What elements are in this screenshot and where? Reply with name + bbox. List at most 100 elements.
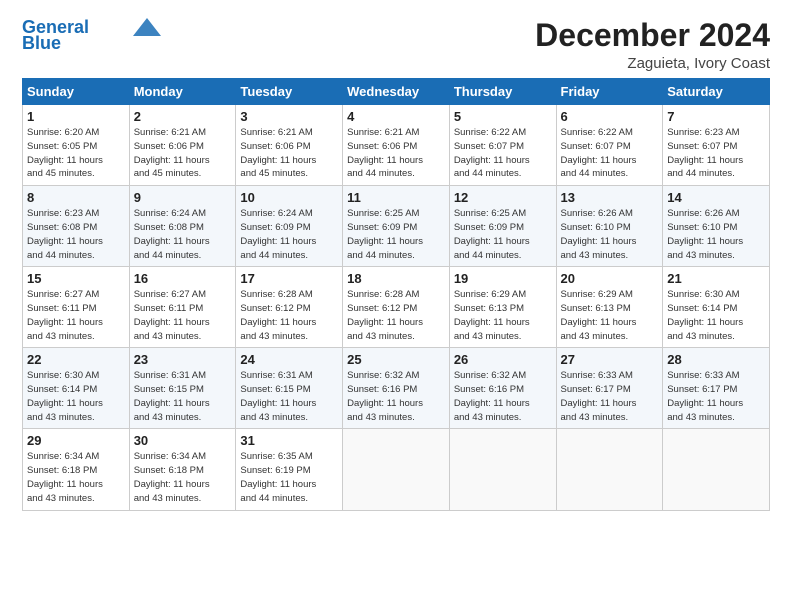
day-number: 14 xyxy=(667,190,765,205)
day-number: 15 xyxy=(27,271,125,286)
week-row-4: 22Sunrise: 6:30 AM Sunset: 6:14 PM Dayli… xyxy=(23,348,770,429)
day-detail: Sunrise: 6:31 AM Sunset: 6:15 PM Dayligh… xyxy=(134,369,232,424)
day-cell: 15 Sunrise: 6:27 AM Sunset: 6:11 PM Dayli… xyxy=(23,267,130,348)
day-detail: Sunrise: 6:22 AM Sunset: 6:07 PM Dayligh… xyxy=(561,126,659,181)
day-number: 9 xyxy=(134,190,232,205)
day-detail: Sunrise: 6:28 AM Sunset: 6:12 PM Dayligh… xyxy=(347,288,445,343)
day-detail: Sunrise: 6:29 AM Sunset: 6:13 PM Dayligh… xyxy=(561,288,659,343)
day-detail: Sunrise: 6:26 AM Sunset: 6:10 PM Dayligh… xyxy=(667,207,765,262)
day-number: 22 xyxy=(27,352,125,367)
day-detail: Sunrise: 6:24 AM Sunset: 6:09 PM Dayligh… xyxy=(240,207,338,262)
day-number: 30 xyxy=(134,433,232,448)
day-detail: Sunrise: 6:32 AM Sunset: 6:16 PM Dayligh… xyxy=(347,369,445,424)
col-header-tuesday: Tuesday xyxy=(236,79,343,105)
day-number: 27 xyxy=(561,352,659,367)
day-cell: 7 Sunrise: 6:23 AM Sunset: 6:07 PM Daylig… xyxy=(663,105,770,186)
day-cell: 5Sunrise: 6:22 AM Sunset: 6:07 PM Daylig… xyxy=(449,105,556,186)
day-cell: 8 Sunrise: 6:23 AM Sunset: 6:08 PM Daylig… xyxy=(23,186,130,267)
day-detail: Sunrise: 6:31 AM Sunset: 6:15 PM Dayligh… xyxy=(240,369,338,424)
day-detail: Sunrise: 6:30 AM Sunset: 6:14 PM Dayligh… xyxy=(667,288,765,343)
day-cell xyxy=(663,429,770,510)
day-detail: Sunrise: 6:29 AM Sunset: 6:13 PM Dayligh… xyxy=(454,288,552,343)
week-row-2: 8 Sunrise: 6:23 AM Sunset: 6:08 PM Daylig… xyxy=(23,186,770,267)
day-cell: 19 Sunrise: 6:29 AM Sunset: 6:13 PM Dayli… xyxy=(449,267,556,348)
day-cell: 11 Sunrise: 6:25 AM Sunset: 6:09 PM Dayli… xyxy=(343,186,450,267)
day-detail: Sunrise: 6:24 AM Sunset: 6:08 PM Dayligh… xyxy=(134,207,232,262)
calendar-header: SundayMondayTuesdayWednesdayThursdayFrid… xyxy=(23,79,770,105)
day-cell xyxy=(343,429,450,510)
day-cell: 27 Sunrise: 6:33 AM Sunset: 6:17 PM Dayli… xyxy=(556,348,663,429)
day-detail: Sunrise: 6:33 AM Sunset: 6:17 PM Dayligh… xyxy=(667,369,765,424)
day-detail: Sunrise: 6:26 AM Sunset: 6:10 PM Dayligh… xyxy=(561,207,659,262)
col-header-wednesday: Wednesday xyxy=(343,79,450,105)
day-number: 18 xyxy=(347,271,445,286)
day-cell: 6 Sunrise: 6:22 AM Sunset: 6:07 PM Daylig… xyxy=(556,105,663,186)
day-cell: 22Sunrise: 6:30 AM Sunset: 6:14 PM Dayli… xyxy=(23,348,130,429)
col-header-friday: Friday xyxy=(556,79,663,105)
day-number: 4 xyxy=(347,109,445,124)
day-number: 10 xyxy=(240,190,338,205)
col-header-saturday: Saturday xyxy=(663,79,770,105)
day-cell: 20Sunrise: 6:29 AM Sunset: 6:13 PM Dayli… xyxy=(556,267,663,348)
day-detail: Sunrise: 6:27 AM Sunset: 6:11 PM Dayligh… xyxy=(27,288,125,343)
logo: General Blue xyxy=(22,18,161,54)
calendar-table: SundayMondayTuesdayWednesdayThursdayFrid… xyxy=(22,78,770,510)
day-cell xyxy=(556,429,663,510)
day-cell: 4 Sunrise: 6:21 AM Sunset: 6:06 PM Daylig… xyxy=(343,105,450,186)
location-subtitle: Zaguieta, Ivory Coast xyxy=(535,55,770,72)
calendar-body: 1 Sunrise: 6:20 AM Sunset: 6:05 PM Daylig… xyxy=(23,105,770,510)
day-number: 29 xyxy=(27,433,125,448)
day-cell: 30Sunrise: 6:34 AM Sunset: 6:18 PM Dayli… xyxy=(129,429,236,510)
day-number: 8 xyxy=(27,190,125,205)
day-detail: Sunrise: 6:28 AM Sunset: 6:12 PM Dayligh… xyxy=(240,288,338,343)
day-number: 31 xyxy=(240,433,338,448)
logo-blue: Blue xyxy=(22,34,61,54)
day-number: 19 xyxy=(454,271,552,286)
day-cell: 12 Sunrise: 6:25 AM Sunset: 6:09 PM Dayli… xyxy=(449,186,556,267)
day-number: 11 xyxy=(347,190,445,205)
day-number: 12 xyxy=(454,190,552,205)
day-number: 16 xyxy=(134,271,232,286)
day-cell: 23 Sunrise: 6:31 AM Sunset: 6:15 PM Dayli… xyxy=(129,348,236,429)
day-cell: 14 Sunrise: 6:26 AM Sunset: 6:10 PM Dayli… xyxy=(663,186,770,267)
day-detail: Sunrise: 6:25 AM Sunset: 6:09 PM Dayligh… xyxy=(347,207,445,262)
day-number: 1 xyxy=(27,109,125,124)
day-cell xyxy=(449,429,556,510)
day-detail: Sunrise: 6:32 AM Sunset: 6:16 PM Dayligh… xyxy=(454,369,552,424)
page: General Blue December 2024 Zaguieta, Ivo… xyxy=(0,0,792,612)
day-cell: 31Sunrise: 6:35 AM Sunset: 6:19 PM Dayli… xyxy=(236,429,343,510)
day-number: 24 xyxy=(240,352,338,367)
title-block: December 2024 Zaguieta, Ivory Coast xyxy=(535,18,770,72)
day-cell: 17 Sunrise: 6:28 AM Sunset: 6:12 PM Dayli… xyxy=(236,267,343,348)
day-detail: Sunrise: 6:33 AM Sunset: 6:17 PM Dayligh… xyxy=(561,369,659,424)
day-cell: 28 Sunrise: 6:33 AM Sunset: 6:17 PM Dayli… xyxy=(663,348,770,429)
day-number: 21 xyxy=(667,271,765,286)
col-header-monday: Monday xyxy=(129,79,236,105)
header-row: General Blue December 2024 Zaguieta, Ivo… xyxy=(22,18,770,72)
day-cell: 29Sunrise: 6:34 AM Sunset: 6:18 PM Dayli… xyxy=(23,429,130,510)
day-number: 2 xyxy=(134,109,232,124)
day-detail: Sunrise: 6:25 AM Sunset: 6:09 PM Dayligh… xyxy=(454,207,552,262)
day-number: 26 xyxy=(454,352,552,367)
day-detail: Sunrise: 6:27 AM Sunset: 6:11 PM Dayligh… xyxy=(134,288,232,343)
day-detail: Sunrise: 6:23 AM Sunset: 6:07 PM Dayligh… xyxy=(667,126,765,181)
day-number: 17 xyxy=(240,271,338,286)
day-cell: 16 Sunrise: 6:27 AM Sunset: 6:11 PM Dayli… xyxy=(129,267,236,348)
day-detail: Sunrise: 6:20 AM Sunset: 6:05 PM Dayligh… xyxy=(27,126,125,181)
day-detail: Sunrise: 6:23 AM Sunset: 6:08 PM Dayligh… xyxy=(27,207,125,262)
day-number: 3 xyxy=(240,109,338,124)
day-number: 7 xyxy=(667,109,765,124)
day-detail: Sunrise: 6:21 AM Sunset: 6:06 PM Dayligh… xyxy=(240,126,338,181)
day-number: 25 xyxy=(347,352,445,367)
day-number: 23 xyxy=(134,352,232,367)
day-detail: Sunrise: 6:21 AM Sunset: 6:06 PM Dayligh… xyxy=(347,126,445,181)
day-number: 6 xyxy=(561,109,659,124)
day-cell: 13Sunrise: 6:26 AM Sunset: 6:10 PM Dayli… xyxy=(556,186,663,267)
day-cell: 1 Sunrise: 6:20 AM Sunset: 6:05 PM Daylig… xyxy=(23,105,130,186)
day-number: 28 xyxy=(667,352,765,367)
day-cell: 9 Sunrise: 6:24 AM Sunset: 6:08 PM Daylig… xyxy=(129,186,236,267)
header-row-days: SundayMondayTuesdayWednesdayThursdayFrid… xyxy=(23,79,770,105)
col-header-sunday: Sunday xyxy=(23,79,130,105)
month-title: December 2024 xyxy=(535,18,770,53)
week-row-1: 1 Sunrise: 6:20 AM Sunset: 6:05 PM Daylig… xyxy=(23,105,770,186)
